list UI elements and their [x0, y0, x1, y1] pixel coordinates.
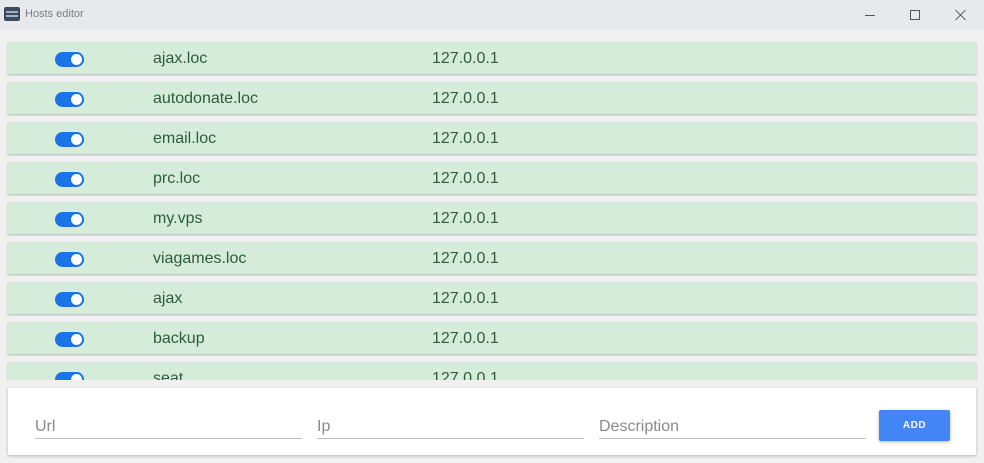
- host-ip: 127.0.0.1: [432, 250, 499, 267]
- host-row[interactable]: prc.loc 127.0.0.1: [8, 162, 976, 194]
- host-name: my.vps: [153, 210, 203, 227]
- url-input[interactable]: [35, 416, 302, 439]
- host-enabled-toggle[interactable]: [55, 252, 84, 267]
- host-ip: 127.0.0.1: [432, 130, 499, 147]
- host-row[interactable]: seat 127.0.0.1: [8, 362, 976, 380]
- host-enabled-toggle[interactable]: [55, 212, 84, 227]
- host-enabled-toggle[interactable]: [55, 132, 84, 147]
- host-ip: 127.0.0.1: [432, 50, 499, 67]
- maximize-button[interactable]: [892, 0, 938, 30]
- host-name: ajax.loc: [153, 50, 208, 67]
- minimize-button[interactable]: [847, 0, 893, 30]
- maximize-icon: [910, 10, 920, 20]
- title-bar: Hosts editor: [0, 0, 984, 30]
- host-name: backup: [153, 330, 205, 347]
- toggle-knob: [71, 54, 82, 65]
- window-title: Hosts editor: [25, 8, 84, 20]
- toggle-knob: [71, 374, 82, 380]
- host-enabled-toggle[interactable]: [55, 172, 84, 187]
- close-button[interactable]: [938, 0, 984, 30]
- host-ip: 127.0.0.1: [432, 170, 499, 187]
- host-ip: 127.0.0.1: [432, 330, 499, 347]
- host-enabled-toggle[interactable]: [55, 52, 84, 67]
- toggle-knob: [71, 294, 82, 305]
- add-button[interactable]: ADD: [879, 410, 950, 441]
- host-ip: 127.0.0.1: [432, 210, 499, 227]
- host-row[interactable]: autodonate.loc 127.0.0.1: [8, 82, 976, 114]
- toggle-knob: [71, 174, 82, 185]
- host-enabled-toggle[interactable]: [55, 292, 84, 307]
- host-name: prc.loc: [153, 170, 201, 187]
- host-ip: 127.0.0.1: [432, 90, 499, 107]
- toggle-knob: [71, 94, 82, 105]
- host-name: viagames.loc: [153, 250, 247, 267]
- host-name: email.loc: [153, 130, 217, 147]
- host-name: ajax: [153, 290, 183, 307]
- toggle-knob: [71, 254, 82, 265]
- ip-input[interactable]: [317, 416, 584, 439]
- host-row[interactable]: viagames.loc 127.0.0.1: [8, 242, 976, 274]
- host-enabled-toggle[interactable]: [55, 92, 84, 107]
- host-name: autodonate.loc: [153, 90, 258, 107]
- host-row[interactable]: ajax 127.0.0.1: [8, 282, 976, 314]
- host-enabled-toggle[interactable]: [55, 372, 84, 380]
- add-host-form: ADD: [8, 388, 976, 455]
- toggle-knob: [71, 134, 82, 145]
- hosts-list[interactable]: ajax.loc 127.0.0.1 autodonate.loc 127.0.0.1…: [0, 30, 984, 380]
- host-row[interactable]: ajax.loc 127.0.0.1: [8, 42, 976, 74]
- host-ip: 127.0.0.1: [432, 370, 499, 380]
- description-input[interactable]: [599, 416, 866, 439]
- app-icon: [4, 7, 20, 21]
- toggle-knob: [71, 214, 82, 225]
- minimize-icon: [865, 14, 875, 16]
- host-ip: 127.0.0.1: [432, 290, 499, 307]
- host-row[interactable]: my.vps 127.0.0.1: [8, 202, 976, 234]
- close-icon: [955, 9, 967, 21]
- host-name: seat: [153, 370, 184, 380]
- host-row[interactable]: backup 127.0.0.1: [8, 322, 976, 354]
- host-row[interactable]: email.loc 127.0.0.1: [8, 122, 976, 154]
- toggle-knob: [71, 334, 82, 345]
- host-enabled-toggle[interactable]: [55, 332, 84, 347]
